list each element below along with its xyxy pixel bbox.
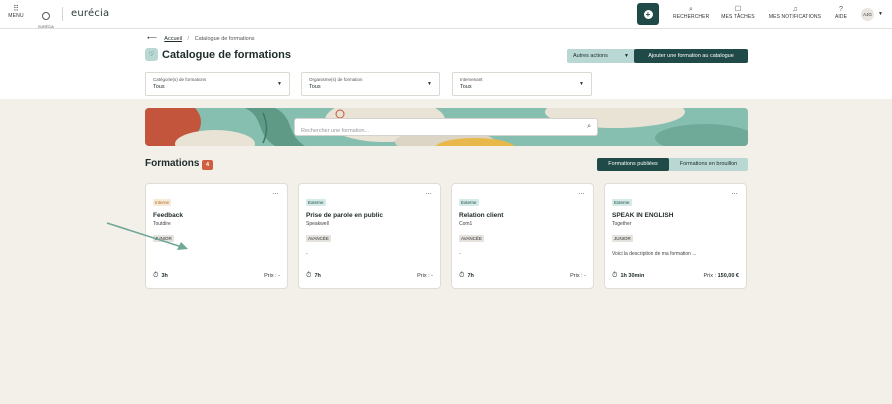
chevron-down-icon[interactable]: ▼ (878, 11, 883, 17)
page-title-wrap: ♡ Catalogue de formations (145, 48, 291, 61)
nav-help[interactable]: ? AIDE (833, 5, 849, 20)
training-organisme: Com1 (459, 221, 473, 227)
training-organisme: Together (612, 221, 632, 227)
level-badge: AVANCÉE (306, 235, 331, 242)
more-options-icon[interactable]: … (578, 189, 585, 196)
tasks-icon: ☐ (734, 6, 742, 13)
chevron-down-icon: ▼ (277, 81, 282, 87)
search-input[interactable] (295, 123, 565, 139)
nav-tasks[interactable]: ☐ MES TÂCHES (720, 5, 756, 20)
card-footer: ⏱ 7h Prix : - (459, 272, 586, 279)
back-arrow-icon[interactable]: ⟵ (147, 35, 157, 42)
training-description: Voici la description de ma formation ... (612, 251, 697, 257)
nav-notifications[interactable]: ♫ MES NOTIFICATIONS (767, 5, 823, 20)
training-card[interactable]: Externe … Relation client Com1 AVANCÉE -… (451, 183, 594, 289)
section-title: Formations (145, 158, 200, 169)
level-badge: AVANCÉE (459, 235, 484, 242)
duration: 1h 30min (620, 273, 645, 279)
page-title: Catalogue de formations (162, 48, 291, 61)
breadcrumb: ⟵ Accueil / Catalogue de formations (147, 34, 255, 42)
stopwatch-icon: ⏱ (459, 272, 465, 279)
training-card[interactable]: Externe … Prise de parole en public Spea… (298, 183, 441, 289)
avatar[interactable]: AJG (861, 8, 874, 21)
level-badge: JUNIOR (612, 235, 633, 242)
search-icon[interactable]: ⌕ (587, 123, 591, 131)
stopwatch-icon: ⏱ (153, 272, 159, 279)
chevron-down-icon: ▼ (579, 81, 584, 87)
eurecia-logo[interactable]: EURÉCIA (36, 7, 56, 29)
training-name: Prise de parole en public (306, 212, 383, 219)
plus-icon: + (643, 9, 653, 19)
menu-button[interactable]: ⠿ MENU (6, 4, 26, 20)
duration: 7h (314, 273, 321, 279)
other-actions-button[interactable]: Autres actions ▼ (567, 49, 635, 63)
type-badge: Externe (459, 199, 479, 206)
training-name: SPEAK IN ENGLISH (612, 212, 674, 219)
publication-toggle: Formations publiées Formations en brouil… (597, 158, 748, 171)
duration: 7h (467, 273, 474, 279)
filter-organisme[interactable]: Organisme(s) de formation Tous ▼ (301, 72, 440, 96)
nav-search[interactable]: ⌕ RECHERCHER (673, 5, 709, 20)
top-bar: ⠿ MENU EURÉCIA eurécia + ⌕ RECHERCHER ☐ … (0, 0, 892, 29)
brand-name: eurécia (71, 8, 110, 19)
price: - (584, 273, 586, 279)
annotation-arrow-icon (106, 222, 188, 250)
page-header: ⟵ Accueil / Catalogue de formations ♡ Ca… (0, 29, 892, 99)
card-footer: ⏱ 1h 30min Prix : 150,00 € (612, 272, 739, 279)
training-card[interactable]: Externe … SPEAK IN ENGLISH Together JUNI… (604, 183, 747, 289)
type-badge: Interne (153, 199, 172, 206)
breadcrumb-current: Catalogue de formations (194, 36, 255, 42)
filter-category[interactable]: Catégorie(s) de formations Tous ▼ (145, 72, 290, 96)
duration: 3h (161, 273, 168, 279)
training-description: - (306, 251, 308, 257)
more-options-icon[interactable]: … (425, 189, 432, 196)
more-options-icon[interactable]: … (731, 189, 738, 196)
search-field[interactable]: ⌕ (294, 118, 598, 139)
add-training-button[interactable]: Ajouter une formation au catalogue (634, 49, 748, 63)
help-icon: ? (839, 6, 843, 13)
grid-icon: ⠿ (13, 4, 19, 13)
type-badge: Externe (306, 199, 326, 206)
search-icon: ⌕ (689, 6, 693, 13)
breadcrumb-home-link[interactable]: Accueil (164, 36, 182, 42)
catalog-icon: ♡ (145, 48, 158, 61)
card-footer: ⏱ 7h Prix : - (306, 272, 433, 279)
quick-add-button[interactable]: + (637, 3, 659, 25)
price: 150,00 € (717, 273, 739, 279)
card-footer: ⏱ 3h Prix : - (153, 272, 280, 279)
breadcrumb-separator: / (187, 36, 190, 42)
chevron-down-icon: ▼ (427, 81, 432, 87)
price: - (278, 273, 280, 279)
type-badge: Externe (612, 199, 632, 206)
tab-published[interactable]: Formations publiées (597, 158, 669, 171)
filter-intervenant[interactable]: Intervenant Tous ▼ (452, 72, 592, 96)
count-badge: 4 (202, 160, 213, 170)
chevron-down-icon: ▼ (624, 53, 629, 59)
menu-label: MENU (8, 13, 24, 19)
divider (62, 7, 63, 21)
bell-icon: ♫ (792, 6, 798, 13)
stopwatch-icon: ⏱ (306, 272, 312, 279)
price: - (431, 273, 433, 279)
stopwatch-icon: ⏱ (612, 272, 618, 279)
more-options-icon[interactable]: … (272, 189, 279, 196)
training-organisme: Speakwell (306, 221, 329, 227)
globe-icon (42, 12, 50, 20)
training-name: Relation client (459, 212, 504, 219)
tab-drafts[interactable]: Formations en brouillon (669, 158, 748, 171)
training-description: - (459, 251, 461, 257)
